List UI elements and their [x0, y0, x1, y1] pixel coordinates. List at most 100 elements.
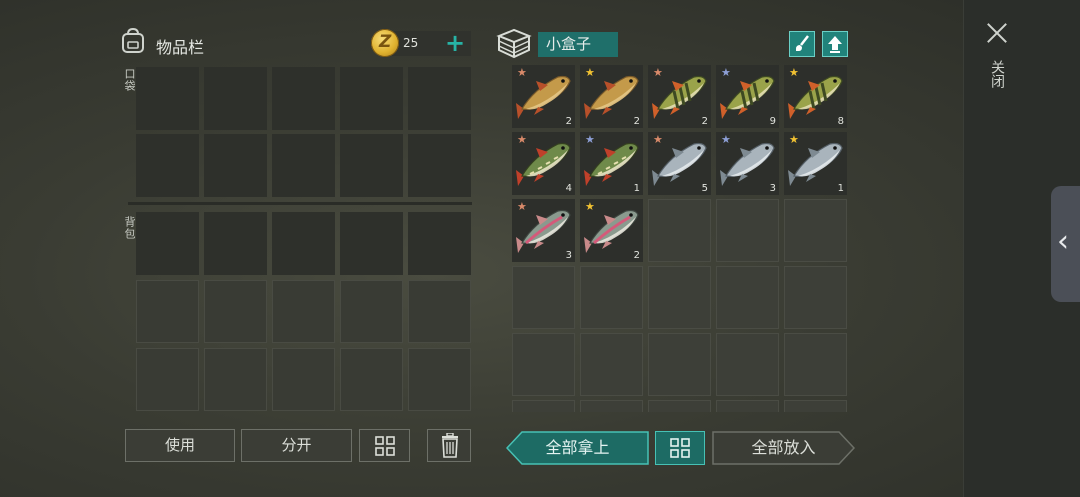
item-slot-perch[interactable]: ★ 9: [716, 65, 779, 128]
put-all-button[interactable]: 全部放入: [712, 431, 855, 465]
close-icon[interactable]: [985, 20, 1009, 46]
inventory-title: 物品栏: [156, 38, 205, 57]
empty-slot[interactable]: [716, 400, 779, 412]
grid-icon: [374, 436, 395, 456]
empty-slot[interactable]: [648, 266, 711, 329]
empty-slot[interactable]: [784, 333, 847, 396]
empty-slot[interactable]: [648, 199, 711, 262]
backpack-slot[interactable]: [340, 280, 403, 343]
add-coins-button[interactable]: +: [445, 31, 465, 55]
item-quantity: 9: [769, 116, 776, 127]
empty-slot[interactable]: [580, 333, 643, 396]
empty-slot[interactable]: [648, 333, 711, 396]
quality-star-icon: ★: [517, 200, 527, 213]
item-quantity: 3: [565, 250, 572, 261]
take-all-label: 全部拿上: [545, 438, 610, 457]
backpack-slot[interactable]: [204, 348, 267, 411]
pocket-slot[interactable]: [136, 67, 199, 130]
backpack-slot[interactable]: [204, 280, 267, 343]
backpack-slot[interactable]: [136, 212, 199, 275]
empty-slot[interactable]: [784, 266, 847, 329]
empty-slot[interactable]: [784, 400, 847, 412]
item-slot-pike[interactable]: ★ 1: [580, 132, 643, 195]
empty-slot[interactable]: [716, 199, 779, 262]
split-button[interactable]: 分开: [241, 429, 352, 462]
quality-star-icon: ★: [517, 133, 527, 146]
trash-icon: [442, 433, 458, 458]
close-label[interactable]: 关闭: [989, 60, 1005, 88]
coin-icon: Z: [371, 29, 399, 57]
backpack-icon: [122, 27, 144, 53]
arrow-up-icon: [828, 36, 842, 53]
backpack-slot[interactable]: [272, 348, 335, 411]
quality-star-icon: ★: [585, 66, 595, 79]
side-expand-tab[interactable]: ‹: [1051, 186, 1080, 302]
sort-container-button[interactable]: [655, 431, 705, 465]
backpack-slot[interactable]: [340, 348, 403, 411]
pocket-slot[interactable]: [272, 134, 335, 197]
pocket-slot[interactable]: [340, 67, 403, 130]
item-quantity: 2: [633, 250, 640, 261]
item-quantity: 2: [701, 116, 708, 127]
empty-slot[interactable]: [784, 199, 847, 262]
empty-slot[interactable]: [512, 400, 575, 412]
grid-icon: [670, 438, 690, 458]
item-slot-pike[interactable]: ★ 4: [512, 132, 575, 195]
coin-count: 25: [403, 36, 419, 50]
backpack-slot[interactable]: [136, 348, 199, 411]
section-divider: [128, 202, 472, 205]
item-quantity: 5: [701, 183, 708, 194]
backpack-slot[interactable]: [204, 212, 267, 275]
pocket-slot[interactable]: [136, 134, 199, 197]
brush-icon: [796, 35, 809, 51]
quality-star-icon: ★: [585, 200, 595, 213]
upload-button[interactable]: [822, 31, 848, 57]
item-slot-trout[interactable]: ★ 3: [512, 199, 575, 262]
paint-button[interactable]: [789, 31, 815, 57]
empty-slot[interactable]: [512, 266, 575, 329]
empty-slot[interactable]: [716, 266, 779, 329]
container-grid: ★ 2 ★ 2 ★ 2 ★ 9 ★ 8 ★ 4 ★ 1 ★ 5 ★ 3 ★ 1 ★ 3 ★ 2: [511, 64, 850, 412]
backpack-slot[interactable]: [408, 212, 471, 275]
sort-button[interactable]: [359, 429, 410, 462]
quality-star-icon: ★: [721, 133, 731, 146]
empty-slot[interactable]: [716, 333, 779, 396]
item-slot-perch[interactable]: ★ 8: [784, 65, 847, 128]
delete-button[interactable]: [427, 429, 471, 462]
backpack-slot[interactable]: [136, 280, 199, 343]
pocket-slot[interactable]: [408, 134, 471, 197]
empty-slot[interactable]: [580, 266, 643, 329]
backpack-slot[interactable]: [340, 212, 403, 275]
chevron-left-icon: ‹: [1057, 224, 1069, 259]
item-slot-salmon[interactable]: ★ 1: [784, 132, 847, 195]
pocket-slot[interactable]: [204, 67, 267, 130]
item-quantity: 2: [633, 116, 640, 127]
empty-slot[interactable]: [648, 400, 711, 412]
item-slot-carp[interactable]: ★ 2: [580, 65, 643, 128]
item-slot-salmon[interactable]: ★ 3: [716, 132, 779, 195]
backpack-label: 背包: [123, 216, 136, 240]
pocket-slot[interactable]: [272, 67, 335, 130]
use-button[interactable]: 使用: [125, 429, 235, 462]
item-slot-salmon[interactable]: ★ 5: [648, 132, 711, 195]
empty-slot[interactable]: [512, 333, 575, 396]
item-quantity: 4: [565, 183, 572, 194]
backpack-slot[interactable]: [408, 280, 471, 343]
pocket-label: 口袋: [123, 68, 136, 92]
item-slot-trout[interactable]: ★ 2: [580, 199, 643, 262]
quality-star-icon: ★: [585, 133, 595, 146]
quality-star-icon: ★: [517, 66, 527, 79]
item-slot-perch[interactable]: ★ 2: [648, 65, 711, 128]
item-slot-carp[interactable]: ★ 2: [512, 65, 575, 128]
pocket-slot[interactable]: [408, 67, 471, 130]
backpack-slot[interactable]: [408, 348, 471, 411]
backpack-slot[interactable]: [272, 280, 335, 343]
empty-slot[interactable]: [580, 400, 643, 412]
pocket-slot[interactable]: [204, 134, 267, 197]
quality-star-icon: ★: [653, 133, 663, 146]
backpack-slot[interactable]: [272, 212, 335, 275]
take-all-button[interactable]: 全部拿上: [506, 431, 649, 465]
pocket-slot[interactable]: [340, 134, 403, 197]
quality-star-icon: ★: [789, 133, 799, 146]
quality-star-icon: ★: [789, 66, 799, 79]
